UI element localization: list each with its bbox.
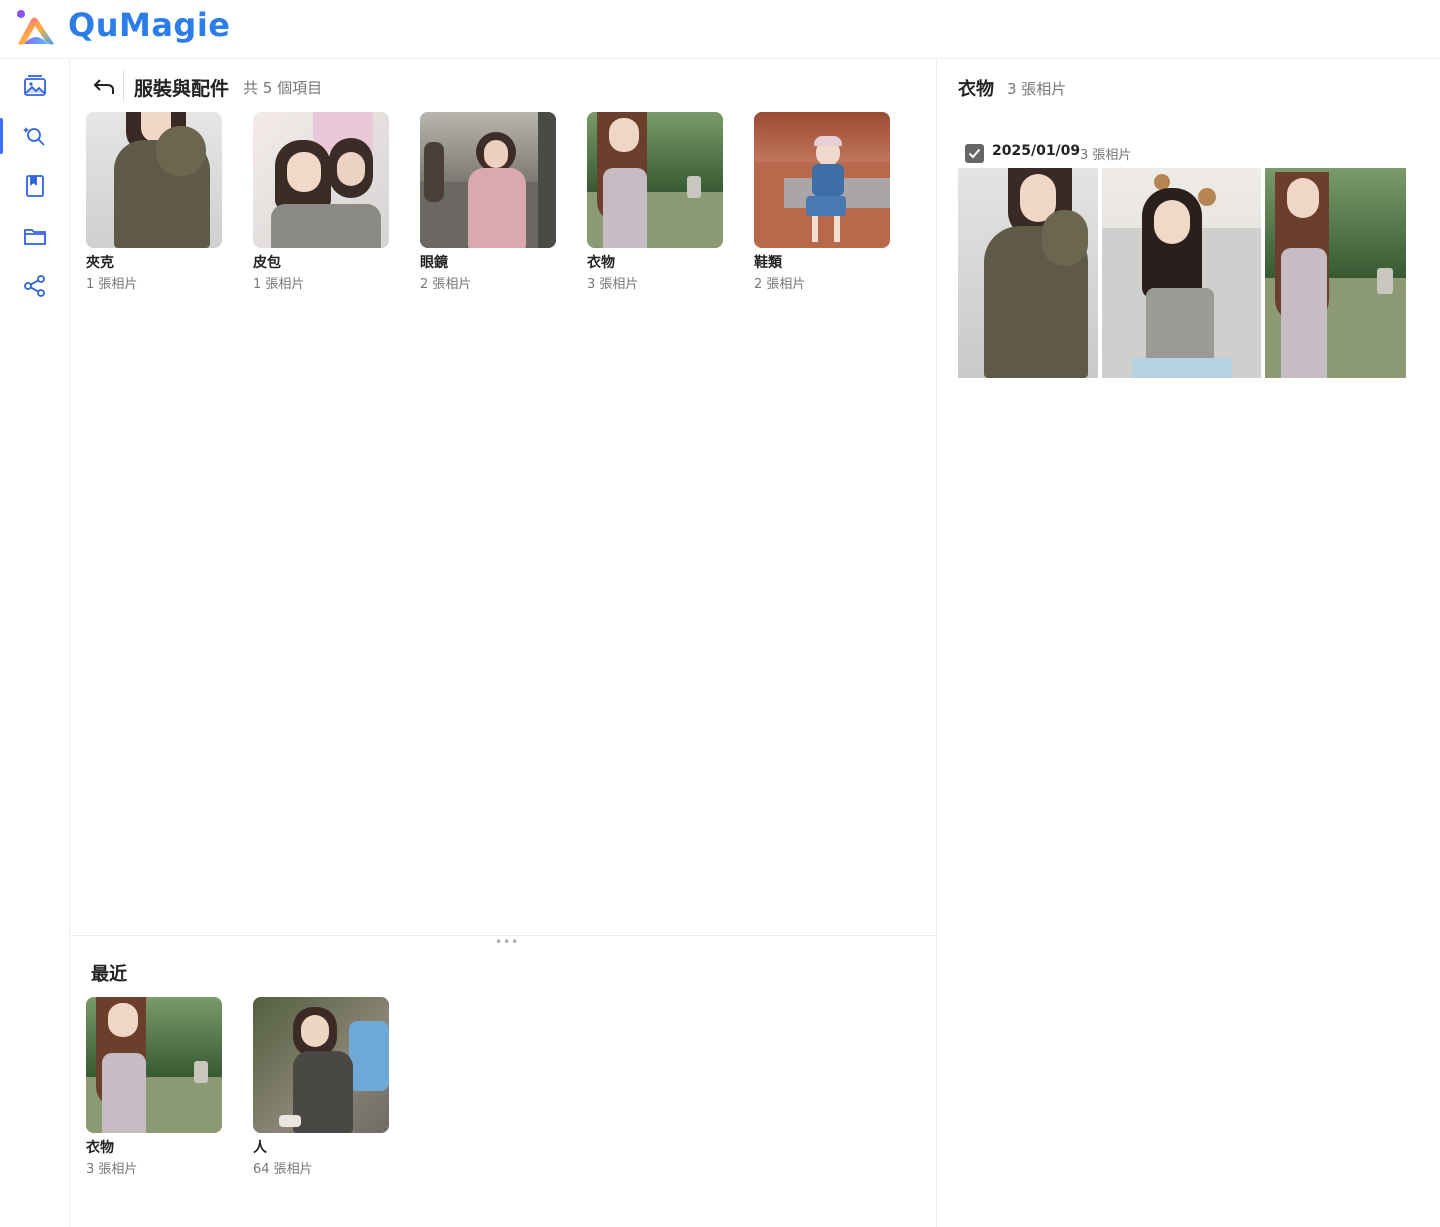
recent-photo-count: 3 張相片	[86, 1162, 138, 1177]
folder-icon	[24, 229, 46, 245]
recent-title: 最近	[91, 964, 127, 985]
category-photo-count: 2 張相片	[754, 277, 806, 292]
nav-photos[interactable]	[0, 66, 70, 106]
date-group-date: 2025/01/09	[992, 143, 1081, 159]
photo-thumbnail[interactable]	[1265, 168, 1406, 378]
category-card-shoes[interactable]: 鞋類 2 張相片	[754, 112, 890, 293]
photo-thumbnail[interactable]	[958, 168, 1098, 378]
category-photo-count: 1 張相片	[86, 277, 138, 292]
category-thumbnail[interactable]	[587, 112, 723, 248]
category-photo-count: 1 張相片	[253, 277, 305, 292]
resize-handle[interactable]: •••	[495, 936, 519, 948]
photo-thumbnail[interactable]	[1102, 168, 1261, 378]
share-icon	[24, 275, 45, 297]
category-card-glasses[interactable]: 眼鏡 2 張相片	[420, 112, 556, 293]
recent-thumbnail[interactable]	[253, 997, 389, 1133]
back-button[interactable]	[87, 72, 121, 102]
nav-share[interactable]	[0, 266, 70, 306]
photo-album-icon	[24, 75, 46, 96]
page-title: 服裝與配件	[134, 78, 230, 100]
checkmark-icon	[968, 148, 981, 159]
detail-title: 衣物	[958, 79, 994, 100]
date-group-count: 3 張相片	[1080, 148, 1132, 163]
bookmark-book-icon	[26, 175, 44, 197]
recent-card-people[interactable]: 人 64 張相片	[253, 997, 389, 1178]
recent-section: ••• 最近 衣物 3 張相片 人 64 張相片	[71, 935, 936, 1227]
category-card-clothing[interactable]: 衣物 3 張相片	[587, 112, 723, 293]
nav-ai-recognition[interactable]	[0, 116, 70, 156]
app-header: QuMagie	[0, 0, 1440, 59]
recent-label: 人	[253, 1140, 267, 1156]
category-thumbnail[interactable]	[253, 112, 389, 248]
main-panel: 服裝與配件 共 5 個項目 夾克 1 張相片 皮包 1 張相片 眼鏡 2 張相片…	[71, 60, 936, 935]
category-label: 衣物	[587, 255, 615, 271]
recent-thumbnail[interactable]	[86, 997, 222, 1133]
category-thumbnail[interactable]	[86, 112, 222, 248]
category-card-bag[interactable]: 皮包 1 張相片	[253, 112, 389, 293]
nav-albums[interactable]	[0, 166, 70, 206]
recent-photo-count: 64 張相片	[253, 1162, 313, 1177]
recent-label: 衣物	[86, 1140, 114, 1156]
category-label: 夾克	[86, 255, 114, 271]
category-label: 皮包	[253, 255, 281, 271]
category-photo-count: 2 張相片	[420, 277, 472, 292]
app-name: QuMagie	[68, 6, 231, 44]
category-card-jacket[interactable]: 夾克 1 張相片	[86, 112, 222, 293]
detail-count: 3 張相片	[1007, 80, 1067, 98]
category-thumbnail[interactable]	[420, 112, 556, 248]
back-arrow-icon	[93, 79, 114, 94]
left-nav-rail	[0, 60, 70, 1227]
category-label: 鞋類	[754, 255, 782, 271]
qumagie-logo-icon[interactable]	[14, 8, 58, 48]
category-photo-count: 3 張相片	[587, 277, 639, 292]
category-thumbnail[interactable]	[754, 112, 890, 248]
magic-search-icon	[23, 127, 45, 146]
header-divider	[123, 70, 124, 102]
nav-folders[interactable]	[0, 216, 70, 256]
category-label: 眼鏡	[420, 255, 448, 271]
item-count: 共 5 個項目	[243, 79, 323, 97]
date-group-checkbox[interactable]	[965, 144, 984, 163]
recent-card-clothing[interactable]: 衣物 3 張相片	[86, 997, 222, 1178]
detail-panel: 衣物 3 張相片 2025/01/09 3 張相片	[936, 60, 1440, 1227]
